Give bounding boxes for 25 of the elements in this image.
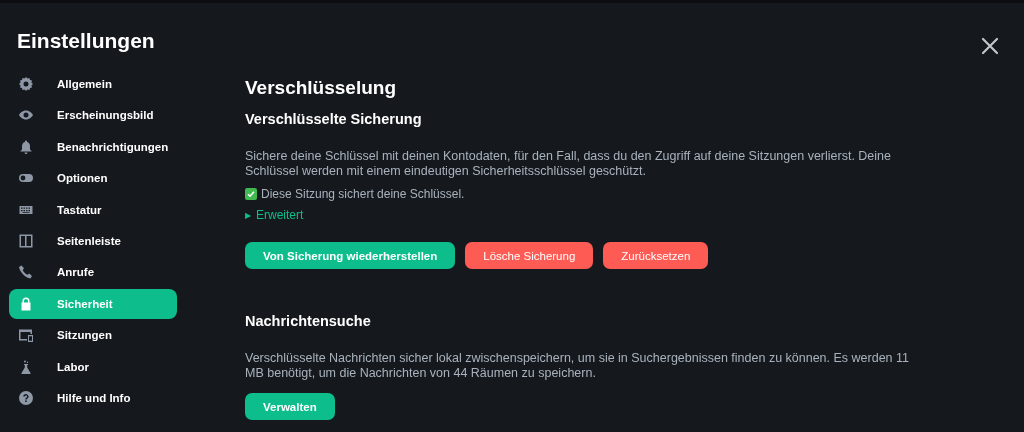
- sidebar-item[interactable]: Sitzungen: [9, 320, 177, 351]
- section-title: Nachrichtensuche: [245, 313, 372, 329]
- sidebar-item[interactable]: Hilfe und Info: [9, 382, 177, 413]
- advanced-toggle[interactable]: ▶ Erweitert: [245, 208, 304, 222]
- help-icon: [18, 389, 34, 406]
- sidebar-item[interactable]: Anrufe: [9, 257, 177, 288]
- sidebar-item[interactable]: Optionen: [9, 163, 177, 194]
- gear-icon: [18, 76, 34, 92]
- devices-icon: [18, 327, 34, 344]
- sidebar-item[interactable]: Erscheinungsbild: [9, 100, 177, 131]
- sidebar-icon: [18, 232, 34, 249]
- section-description: Verschlüsselte Nachrichten sicher lokal zwischenspeichern, um sie in Suchergebnissen finden zu können. Es werden 11 MB benötigt, um die Nachrichten von 44 Räumen zu speichern.: [245, 351, 911, 381]
- bell-icon: [18, 138, 34, 155]
- dialog-title: Einstellungen: [17, 29, 155, 53]
- close-button[interactable]: [980, 36, 1000, 56]
- section-title: Verschlüsselte Sicherung: [245, 111, 423, 127]
- phone-icon: [18, 264, 34, 281]
- sidebar-item[interactable]: Allgemein: [9, 69, 177, 99]
- sidebar-item[interactable]: Tastatur: [9, 194, 177, 225]
- sidebar-item[interactable]: Benachrichtigungen: [9, 131, 177, 162]
- page-heading: Verschlüsselung: [245, 77, 397, 99]
- sidebar-item[interactable]: Seitenleiste: [9, 225, 177, 256]
- status-text: Diese Sitzung sichert deine Schlüssel.: [261, 187, 465, 201]
- sidebar-item[interactable]: Labor: [9, 351, 177, 382]
- section-description: Sichere deine Schlüssel mit deinen Kontodaten, für den Fall, dass du den Zugriff auf deine Sitzungen verlierst. Deine Schlüssel werden mit einem eindeutigen Sicherheitsschlüssel geschützt.: [245, 149, 892, 179]
